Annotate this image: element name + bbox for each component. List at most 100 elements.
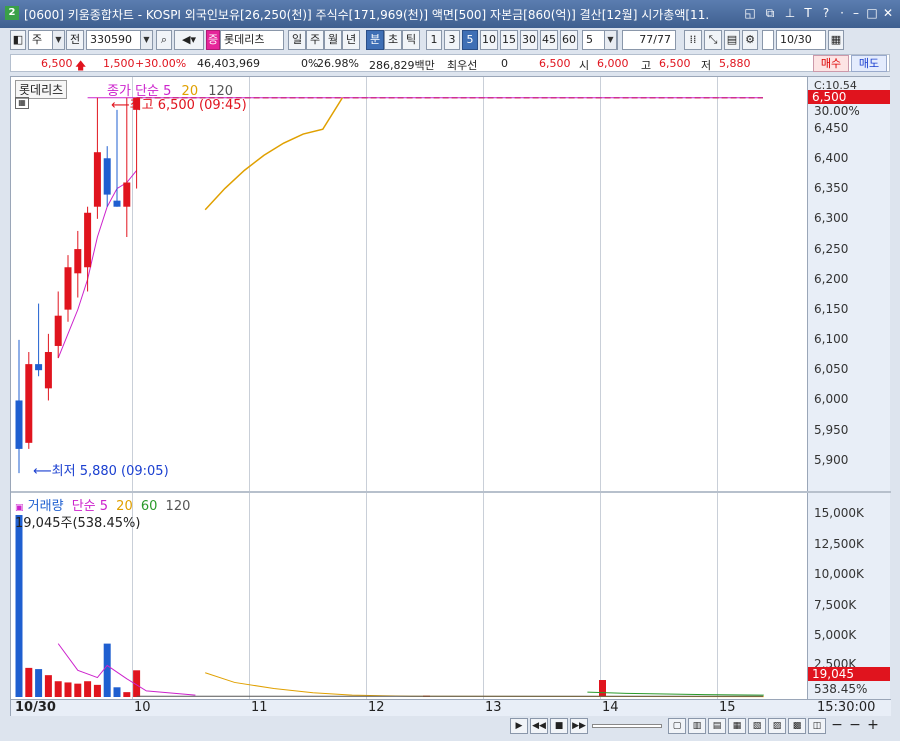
view-icon[interactable]: ▧ bbox=[748, 718, 766, 734]
priority-label: 최우선 bbox=[447, 59, 478, 72]
chart-toolbar: ◧ 주 ▼ 전 330590 ▼ ⌕ ◀︎▾ 증 롯데리츠 일 주 월 년 분 … bbox=[10, 30, 890, 52]
minimize-icon[interactable]: – bbox=[848, 5, 864, 21]
candle-body bbox=[103, 158, 111, 195]
tf-tick[interactable]: 틱 bbox=[402, 30, 420, 50]
y-tick: 6,300 bbox=[814, 211, 849, 225]
candle-body bbox=[113, 200, 121, 207]
chevron-down-icon[interactable]: ▼ bbox=[140, 30, 153, 50]
tf-week[interactable]: 주 bbox=[306, 30, 324, 50]
window-restore-icon[interactable]: ◱ bbox=[742, 5, 758, 21]
maximize-icon[interactable]: □ bbox=[864, 5, 880, 21]
volume-bar bbox=[84, 681, 92, 697]
calendar-icon[interactable]: ▦ bbox=[828, 30, 844, 50]
high-price: 6,500 bbox=[659, 57, 691, 70]
zoom-in-icon[interactable]: + bbox=[864, 718, 882, 734]
stock-name-field[interactable]: 롯데리츠 bbox=[220, 30, 284, 50]
minute-10[interactable]: 10 bbox=[480, 30, 498, 50]
x-tick: 10/30 bbox=[15, 700, 56, 715]
view-icon[interactable]: ▥ bbox=[688, 718, 706, 734]
sound-icon[interactable]: ◀︎▾ bbox=[174, 30, 204, 50]
y-tick: 6,450 bbox=[814, 121, 849, 135]
trade-amount: 286,829백만 bbox=[369, 59, 435, 72]
x-tick: 10 bbox=[134, 700, 151, 715]
layout-icon[interactable]: ◧ bbox=[10, 30, 26, 50]
buy-button[interactable]: 매수 bbox=[813, 55, 849, 72]
y-tick: 6,200 bbox=[814, 272, 849, 286]
tf-month[interactable]: 월 bbox=[324, 30, 342, 50]
x-tick: 14 bbox=[602, 700, 619, 715]
volume-bar bbox=[64, 682, 72, 697]
candle-body bbox=[25, 364, 33, 443]
chart-area[interactable]: 롯데리츠 ▦ 종가 단순 5 20 120 ⟵최고 6,500 (09:45) … bbox=[10, 76, 891, 716]
date-field[interactable]: 10/30 bbox=[776, 30, 826, 50]
y-tick: 6,150 bbox=[814, 302, 849, 316]
price-chart[interactable] bbox=[11, 77, 807, 491]
minute-45[interactable]: 45 bbox=[540, 30, 558, 50]
volume-value: 46,403,969 bbox=[197, 57, 260, 70]
minute-1[interactable]: 1 bbox=[426, 30, 442, 50]
y-tick: 5,000K bbox=[814, 628, 857, 642]
minute-15[interactable]: 15 bbox=[500, 30, 518, 50]
prev-button[interactable]: 전 bbox=[66, 30, 84, 50]
save-icon[interactable]: ▤ bbox=[724, 30, 740, 50]
last-price: 6,500 bbox=[539, 57, 571, 70]
search-icon[interactable]: ⌕ bbox=[156, 30, 172, 50]
y-tick: 7,500K bbox=[814, 598, 857, 612]
pin-icon[interactable]: ⊥ bbox=[782, 5, 798, 21]
price-y-axis: C:10.54 6,450 6,400 6,350 6,300 6,250 6,… bbox=[807, 77, 890, 491]
tf-day[interactable]: 일 bbox=[288, 30, 306, 50]
fast-forward-icon[interactable]: ▶▶ bbox=[570, 718, 588, 734]
count-field[interactable]: 77/77 bbox=[622, 30, 676, 50]
minute-3[interactable]: 3 bbox=[444, 30, 460, 50]
y-tick: 6,050 bbox=[814, 362, 849, 376]
volume-bar bbox=[35, 669, 43, 697]
sell-button[interactable]: 매도 bbox=[851, 55, 887, 72]
view-icon[interactable]: ▨ bbox=[768, 718, 786, 734]
stop-icon[interactable]: ■ bbox=[550, 718, 568, 734]
tool-icon[interactable]: ⤡ bbox=[704, 30, 722, 50]
zoom-out-icon[interactable]: − bbox=[846, 718, 864, 734]
y-tick: 6,350 bbox=[814, 181, 849, 195]
view-icon[interactable]: ▦ bbox=[728, 718, 746, 734]
view-icon[interactable]: ▢ bbox=[668, 718, 686, 734]
rewind-icon[interactable]: ◀◀ bbox=[530, 718, 548, 734]
view-icon[interactable]: ▩ bbox=[788, 718, 806, 734]
help-icon[interactable]: ? bbox=[818, 5, 834, 21]
view-icon[interactable]: ▤ bbox=[708, 718, 726, 734]
high-annotation: ⟵최고 6,500 (09:45) bbox=[111, 98, 247, 113]
legend-ma60: 60 bbox=[140, 499, 158, 514]
tf-minute[interactable]: 분 bbox=[366, 30, 384, 50]
tf-second[interactable]: 초 bbox=[384, 30, 402, 50]
grid-icon[interactable]: ⁞⁞ bbox=[684, 30, 702, 50]
high-label: 고 bbox=[641, 59, 652, 72]
chevron-down-icon[interactable]: ▼ bbox=[52, 30, 65, 50]
y-tick: 12,500K bbox=[814, 537, 864, 551]
scroll-bar[interactable]: ▶ ◀◀ ■ ▶▶ ▢ ▥ ▤ ▦ ▧ ▨ ▩ ◫ − − + bbox=[10, 716, 890, 738]
x-tick: 11 bbox=[251, 700, 268, 715]
minute-30[interactable]: 30 bbox=[520, 30, 538, 50]
left-arrow-icon: ⟵ bbox=[33, 464, 52, 479]
volume-bar bbox=[93, 684, 101, 697]
window-copy-icon[interactable]: ⧉ bbox=[762, 5, 778, 21]
open-price: 6,000 bbox=[597, 57, 629, 70]
y-tick: 6,000 bbox=[814, 392, 849, 406]
scroll-right-icon[interactable]: ▶ bbox=[510, 718, 528, 734]
zoom-out-icon[interactable]: − bbox=[828, 718, 846, 734]
volume-bar bbox=[103, 643, 111, 697]
volume-ma20-line bbox=[205, 672, 764, 698]
minute-5[interactable]: 5 bbox=[462, 30, 478, 50]
tf-year[interactable]: 년 bbox=[342, 30, 360, 50]
scroll-slider[interactable] bbox=[592, 724, 662, 728]
date-checkbox[interactable] bbox=[762, 30, 774, 50]
minute-60[interactable]: 60 bbox=[560, 30, 578, 50]
text-icon[interactable]: T bbox=[800, 5, 816, 21]
close-icon[interactable]: ✕ bbox=[880, 5, 896, 21]
left-arrow-icon: ⟵ bbox=[111, 98, 130, 113]
candle-body bbox=[54, 315, 62, 346]
gear-icon[interactable]: ⚙ bbox=[742, 30, 758, 50]
candle-body bbox=[84, 212, 92, 268]
view-icon[interactable]: ◫ bbox=[808, 718, 826, 734]
table-icon[interactable]: ▦ bbox=[15, 97, 29, 109]
chevron-down-icon[interactable]: ▼ bbox=[604, 30, 617, 50]
volume-last-box: 19,045 bbox=[808, 667, 890, 681]
